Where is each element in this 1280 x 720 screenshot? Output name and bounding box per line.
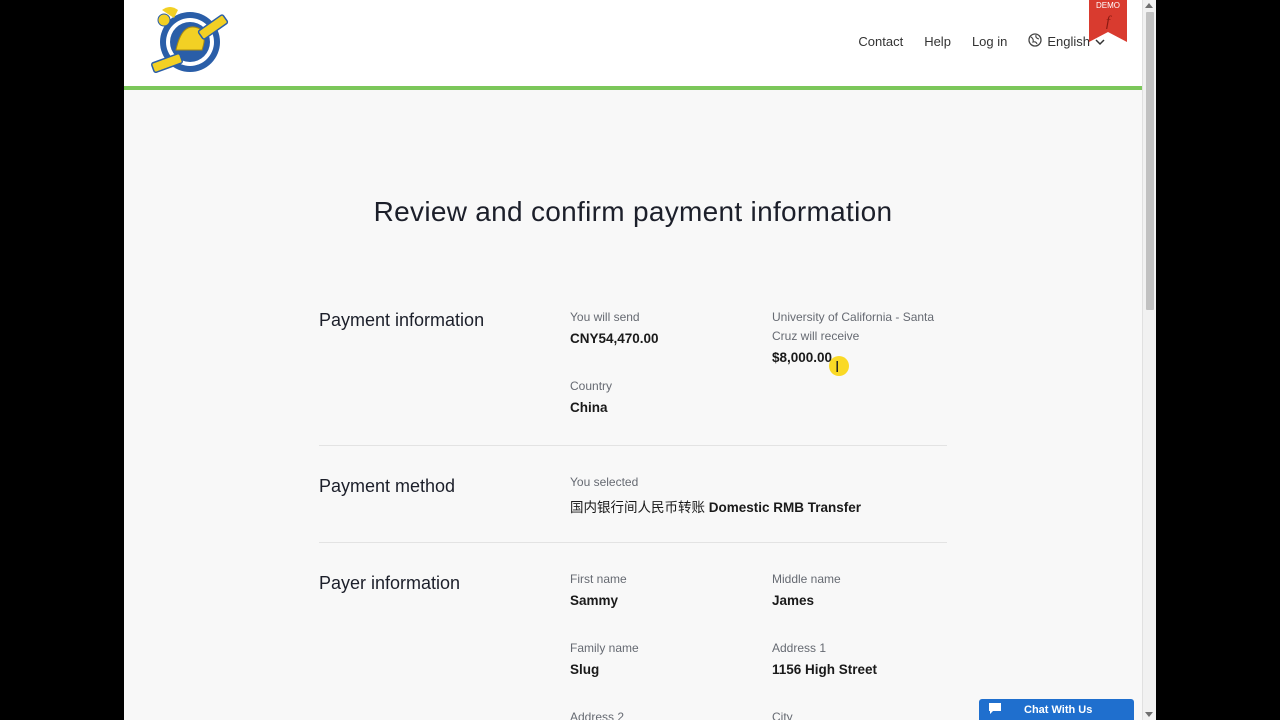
payment-method-value: 国内银行间人民币转账 Domestic RMB Transfer — [570, 496, 861, 516]
nav-help-link[interactable]: Help — [924, 34, 951, 49]
chat-bubble-icon — [979, 702, 1002, 718]
receive-value: $8,000.00 — [772, 350, 833, 365]
address1-value: 1156 High Street — [772, 662, 878, 677]
country-value: China — [570, 400, 608, 415]
country-label: Country — [570, 379, 613, 393]
demo-ribbon: DEMO f — [1089, 0, 1127, 42]
chat-label: Chat With Us — [1024, 703, 1093, 716]
nav-contact-link[interactable]: Contact — [858, 34, 903, 49]
globe-icon — [1028, 33, 1047, 50]
city-label: City — [772, 710, 793, 720]
university-seal-logo[interactable] — [142, 2, 234, 80]
payment-method-heading: Payment method — [319, 476, 456, 496]
first-name-label: First name — [570, 572, 627, 586]
text-cursor-icon: I — [835, 358, 840, 376]
address2-label: Address 2 — [570, 710, 625, 720]
payer-information-heading: Payer information — [319, 573, 461, 593]
nav-login-link[interactable]: Log in — [972, 34, 1007, 49]
scroll-up-arrow[interactable] — [1145, 3, 1153, 8]
you-send-label: You will send — [570, 310, 640, 324]
payment-information-heading: Payment information — [319, 310, 485, 330]
you-selected-label: You selected — [570, 475, 639, 489]
site-header: Contact Help Log in English DEMO f — [124, 0, 1142, 90]
family-name-label: Family name — [570, 641, 639, 655]
demo-badge-text: DEMO — [1096, 1, 1120, 10]
language-label: English — [1047, 34, 1090, 49]
page-title: Review and confirm payment information — [373, 196, 893, 227]
scrollbar-thumb[interactable] — [1146, 12, 1154, 310]
you-send-value: CNY54,470.00 — [570, 331, 659, 346]
address1-label: Address 1 — [772, 641, 827, 655]
first-name-value: Sammy — [570, 593, 619, 608]
middle-name-value: James — [772, 593, 815, 608]
payment-method-chinese: 国内银行间人民币转账 — [570, 500, 705, 515]
section-divider — [319, 542, 947, 543]
section-divider — [319, 445, 947, 446]
receive-label: University of California - Santa Cruz wi… — [772, 310, 935, 343]
top-nav: Contact Help Log in English — [837, 33, 1110, 50]
chat-with-us-button[interactable]: Chat With Us — [979, 699, 1134, 720]
middle-name-label: Middle name — [772, 572, 841, 586]
family-name-value: Slug — [570, 662, 600, 677]
browser-viewport: Contact Help Log in English DEMO f Revie… — [124, 0, 1142, 720]
payment-method-english: Domestic RMB Transfer — [708, 500, 862, 515]
scroll-down-arrow[interactable] — [1145, 712, 1153, 717]
page-scrollbar[interactable] — [1142, 0, 1156, 720]
